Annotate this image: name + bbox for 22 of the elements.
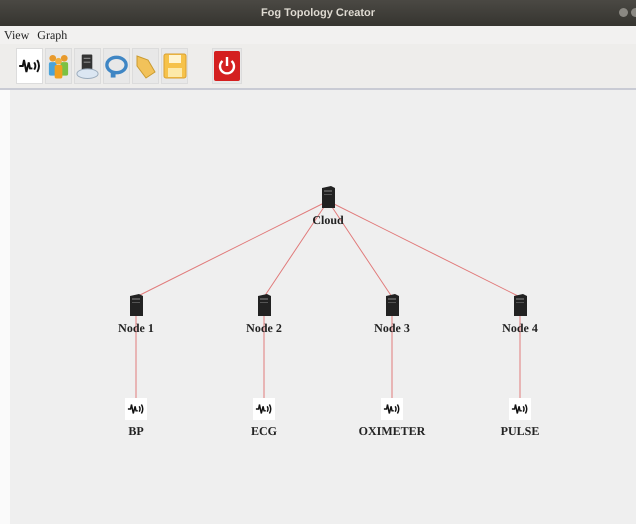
sensor-icon[interactable] bbox=[253, 398, 275, 420]
node-label: PULSE bbox=[500, 423, 540, 440]
power-icon bbox=[214, 51, 240, 81]
toolbar-button[interactable] bbox=[16, 48, 43, 84]
window-title: Fog Topology Creator bbox=[260, 6, 376, 21]
server-icon[interactable] bbox=[384, 293, 400, 317]
server-icon[interactable] bbox=[320, 185, 336, 209]
server-icon[interactable] bbox=[128, 293, 144, 317]
server-icon[interactable] bbox=[512, 293, 528, 317]
sensor-icon[interactable] bbox=[381, 398, 403, 420]
server-icon[interactable] bbox=[256, 293, 272, 317]
people-icon bbox=[46, 52, 71, 80]
toolbar-button[interactable] bbox=[74, 48, 101, 84]
sensor-icon[interactable] bbox=[509, 398, 531, 420]
minimize-button[interactable] bbox=[619, 8, 628, 17]
server-cloud-icon bbox=[75, 52, 100, 80]
node-label: OXIMETER bbox=[358, 423, 426, 440]
menu-item[interactable]: View bbox=[4, 26, 30, 44]
sensor-icon[interactable] bbox=[125, 398, 147, 420]
node-label: ECG bbox=[250, 423, 277, 440]
menu-item[interactable]: Graph bbox=[37, 26, 68, 44]
node-label: BP bbox=[128, 423, 144, 440]
